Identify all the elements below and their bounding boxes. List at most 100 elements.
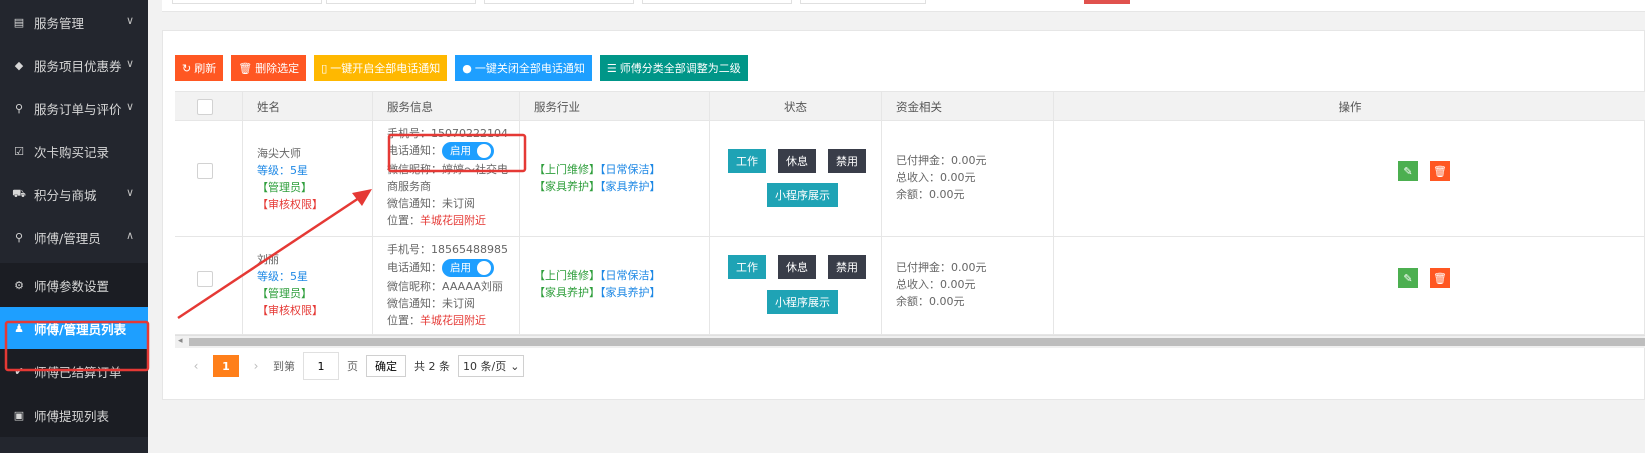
funds-cell: 已付押金：0.00元 总收入：0.00元 余额：0.00元 (882, 121, 1054, 236)
current-page[interactable]: 1 (213, 355, 239, 377)
sidebar-item-master-list[interactable]: ♟ 师傅/管理员列表 (0, 307, 148, 349)
sidebar-item-master-settings[interactable]: ⚙ 师傅参数设置 (0, 263, 148, 307)
person-icon: ⚲ (14, 230, 24, 244)
scrollbar-thumb[interactable] (189, 338, 1645, 346)
service-info-cell: 手机号：15070222104 电话通知： 启用 微信昵称：婷婷～社交电商服务商 … (373, 121, 520, 236)
header-service-info: 服务信息 (373, 92, 520, 122)
sidebar: ▤ 服务管理 ∨ ◆ 服务项目优惠券 ∨ ⚲ 服务订单与评价 ∨ ☑ 次卡购买记… (0, 0, 148, 453)
table-row: 刘丽 等级：5星 【管理员】 【审核权限】 手机号：18565488985 电话… (175, 237, 1645, 335)
search-button[interactable] (1084, 0, 1130, 4)
trash-icon[interactable]: 🗑 (1430, 268, 1450, 288)
confirm-button[interactable]: 确定 (366, 355, 406, 377)
miniprogram-button[interactable]: 小程序展示 (767, 290, 838, 314)
filter-field[interactable] (800, 0, 926, 4)
select-all-checkbox[interactable] (197, 99, 213, 115)
header-actions: 操作 (1338, 100, 1362, 114)
filter-field[interactable] (642, 0, 792, 4)
edit-icon[interactable]: ✎ (1398, 268, 1418, 288)
chevron-down-icon: ⌄ (510, 359, 520, 373)
chevron-down-icon: ∨ (125, 186, 134, 199)
header-funds: 资金相关 (882, 92, 1054, 122)
row-select (175, 121, 243, 236)
row-select (175, 237, 243, 334)
funds-cell: 已付押金：0.00元 总收入：0.00元 余额：0.00元 (882, 237, 1054, 334)
edit-icon[interactable]: ✎ (1398, 161, 1418, 181)
horizontal-scrollbar[interactable]: ◂ (175, 335, 1645, 348)
table-header: 姓名 服务信息 服务行业 状态 资金相关 操作 (175, 91, 1645, 122)
per-page-select[interactable]: 10 条/页 ⌄ (458, 355, 525, 377)
work-button[interactable]: 工作 (728, 149, 766, 173)
sidebar-item-masters-admins[interactable]: ⚲ 师傅/管理员 ∧ (0, 217, 148, 257)
actions-cell: ✎ 🗑 (1054, 237, 1645, 334)
disable-all-phone-button[interactable]: ● 一键关闭全部电话通知 (455, 55, 592, 81)
filter-field[interactable] (172, 0, 322, 4)
next-page-icon[interactable]: › (247, 359, 265, 373)
toolbar: ↻ 刷新 🗑 删除选定 ▯ 一键开启全部电话通知 ● 一键关闭全部电话通知 ☰ 师傅分类全… (175, 55, 748, 81)
users-icon: ♟ (14, 321, 24, 335)
refresh-icon: ↻ (182, 61, 192, 75)
delete-selected-button[interactable]: 🗑 删除选定 (231, 55, 307, 81)
row-checkbox[interactable] (197, 163, 213, 179)
check-square-icon: ☑ (14, 144, 24, 158)
header-status: 状态 (710, 92, 882, 122)
list-icon: ▤ (13, 15, 25, 29)
filter-bar (162, 0, 1645, 12)
cart-icon: ⛟ (12, 186, 26, 200)
phone-icon: ▯ (321, 61, 328, 75)
sidebar-item-points-mall[interactable]: ⛟ 积分与商城 ∨ (0, 174, 148, 214)
page-unit-label: 页 (347, 360, 358, 373)
filter-field[interactable] (484, 0, 634, 4)
phone-notify-toggle[interactable]: 启用 (442, 142, 494, 160)
ban-button[interactable]: 禁用 (828, 255, 866, 279)
menu-icon: ☰ (606, 61, 617, 75)
money-icon: ▣ (13, 408, 25, 422)
header-industry: 服务行业 (520, 92, 710, 122)
actions-cell: ✎ 🗑 (1054, 121, 1645, 236)
sidebar-item-withdrawals[interactable]: ▣ 师傅提现列表 (0, 393, 148, 437)
row-checkbox[interactable] (197, 271, 213, 287)
table-card: ↻ 刷新 🗑 删除选定 ▯ 一键开启全部电话通知 ● 一键关闭全部电话通知 ☰ 师傅分类全… (162, 30, 1645, 400)
service-info-cell: 手机号：18565488985 电话通知： 启用 微信昵称：AAAAA刘丽 微信通… (373, 237, 520, 334)
phone-notify-toggle[interactable]: 启用 (442, 259, 494, 277)
rest-button[interactable]: 休息 (778, 149, 816, 173)
chevron-down-icon: ∨ (125, 100, 134, 113)
industry-cell: 【上门维修】【日常保洁】 【家具养护】【家具养护】 (520, 121, 710, 236)
circle-icon: ● (462, 61, 472, 75)
chevron-down-icon: ∨ (125, 57, 134, 70)
sidebar-item-service-management[interactable]: ▤ 服务管理 ∨ (0, 2, 148, 42)
chevron-up-icon: ∧ (125, 229, 134, 242)
main-content: ↻ 刷新 🗑 删除选定 ▯ 一键开启全部电话通知 ● 一键关闭全部电话通知 ☰ 师傅分类全… (148, 0, 1645, 453)
rest-button[interactable]: 休息 (778, 255, 816, 279)
name-cell: 刘丽 等级：5星 【管理员】 【审核权限】 (243, 237, 373, 334)
tag-icon: ◆ (14, 58, 24, 72)
sidebar-item-card-records[interactable]: ☑ 次卡购买记录 (0, 131, 148, 171)
total-count: 共 2 条 (414, 360, 450, 373)
status-cell: 工作 休息 禁用 小程序展示 (710, 121, 882, 236)
toggle-knob (477, 261, 491, 275)
filter-field[interactable] (326, 0, 476, 4)
work-button[interactable]: 工作 (728, 255, 766, 279)
trash-icon[interactable]: 🗑 (1430, 161, 1450, 181)
page-input[interactable] (303, 352, 339, 380)
miniprogram-button[interactable]: 小程序展示 (767, 183, 838, 207)
scroll-left-icon[interactable]: ◂ (178, 336, 183, 346)
toggle-knob (477, 144, 491, 158)
refresh-button[interactable]: ↻ 刷新 (175, 55, 224, 81)
sidebar-item-settled-orders[interactable]: ✔ 师傅已结算订单 (0, 349, 148, 393)
table-row: 海尖大师 等级：5星 【管理员】 【审核权限】 手机号：15070222104 … (175, 121, 1645, 237)
person-icon: ⚲ (14, 101, 24, 115)
sidebar-item-orders-reviews[interactable]: ⚲ 服务订单与评价 ∨ (0, 88, 148, 128)
ban-button[interactable]: 禁用 (828, 149, 866, 173)
chevron-down-icon: ∨ (125, 14, 134, 27)
trash-icon: 🗑 (238, 61, 253, 75)
check-circle-icon: ✔ (14, 364, 24, 378)
pagination: ‹ 1 › 到第 页 确定 共 2 条 10 条/页⌄ (187, 352, 525, 380)
prev-page-icon[interactable]: ‹ (187, 359, 205, 373)
gear-icon: ⚙ (14, 278, 24, 292)
goto-label: 到第 (273, 360, 295, 373)
header-select (175, 92, 243, 122)
enable-all-phone-button[interactable]: ▯ 一键开启全部电话通知 (314, 55, 448, 81)
adjust-level-button[interactable]: ☰ 师傅分类全部调整为二级 (599, 55, 748, 81)
header-name: 姓名 (243, 92, 373, 122)
sidebar-item-coupons[interactable]: ◆ 服务项目优惠券 ∨ (0, 45, 148, 85)
